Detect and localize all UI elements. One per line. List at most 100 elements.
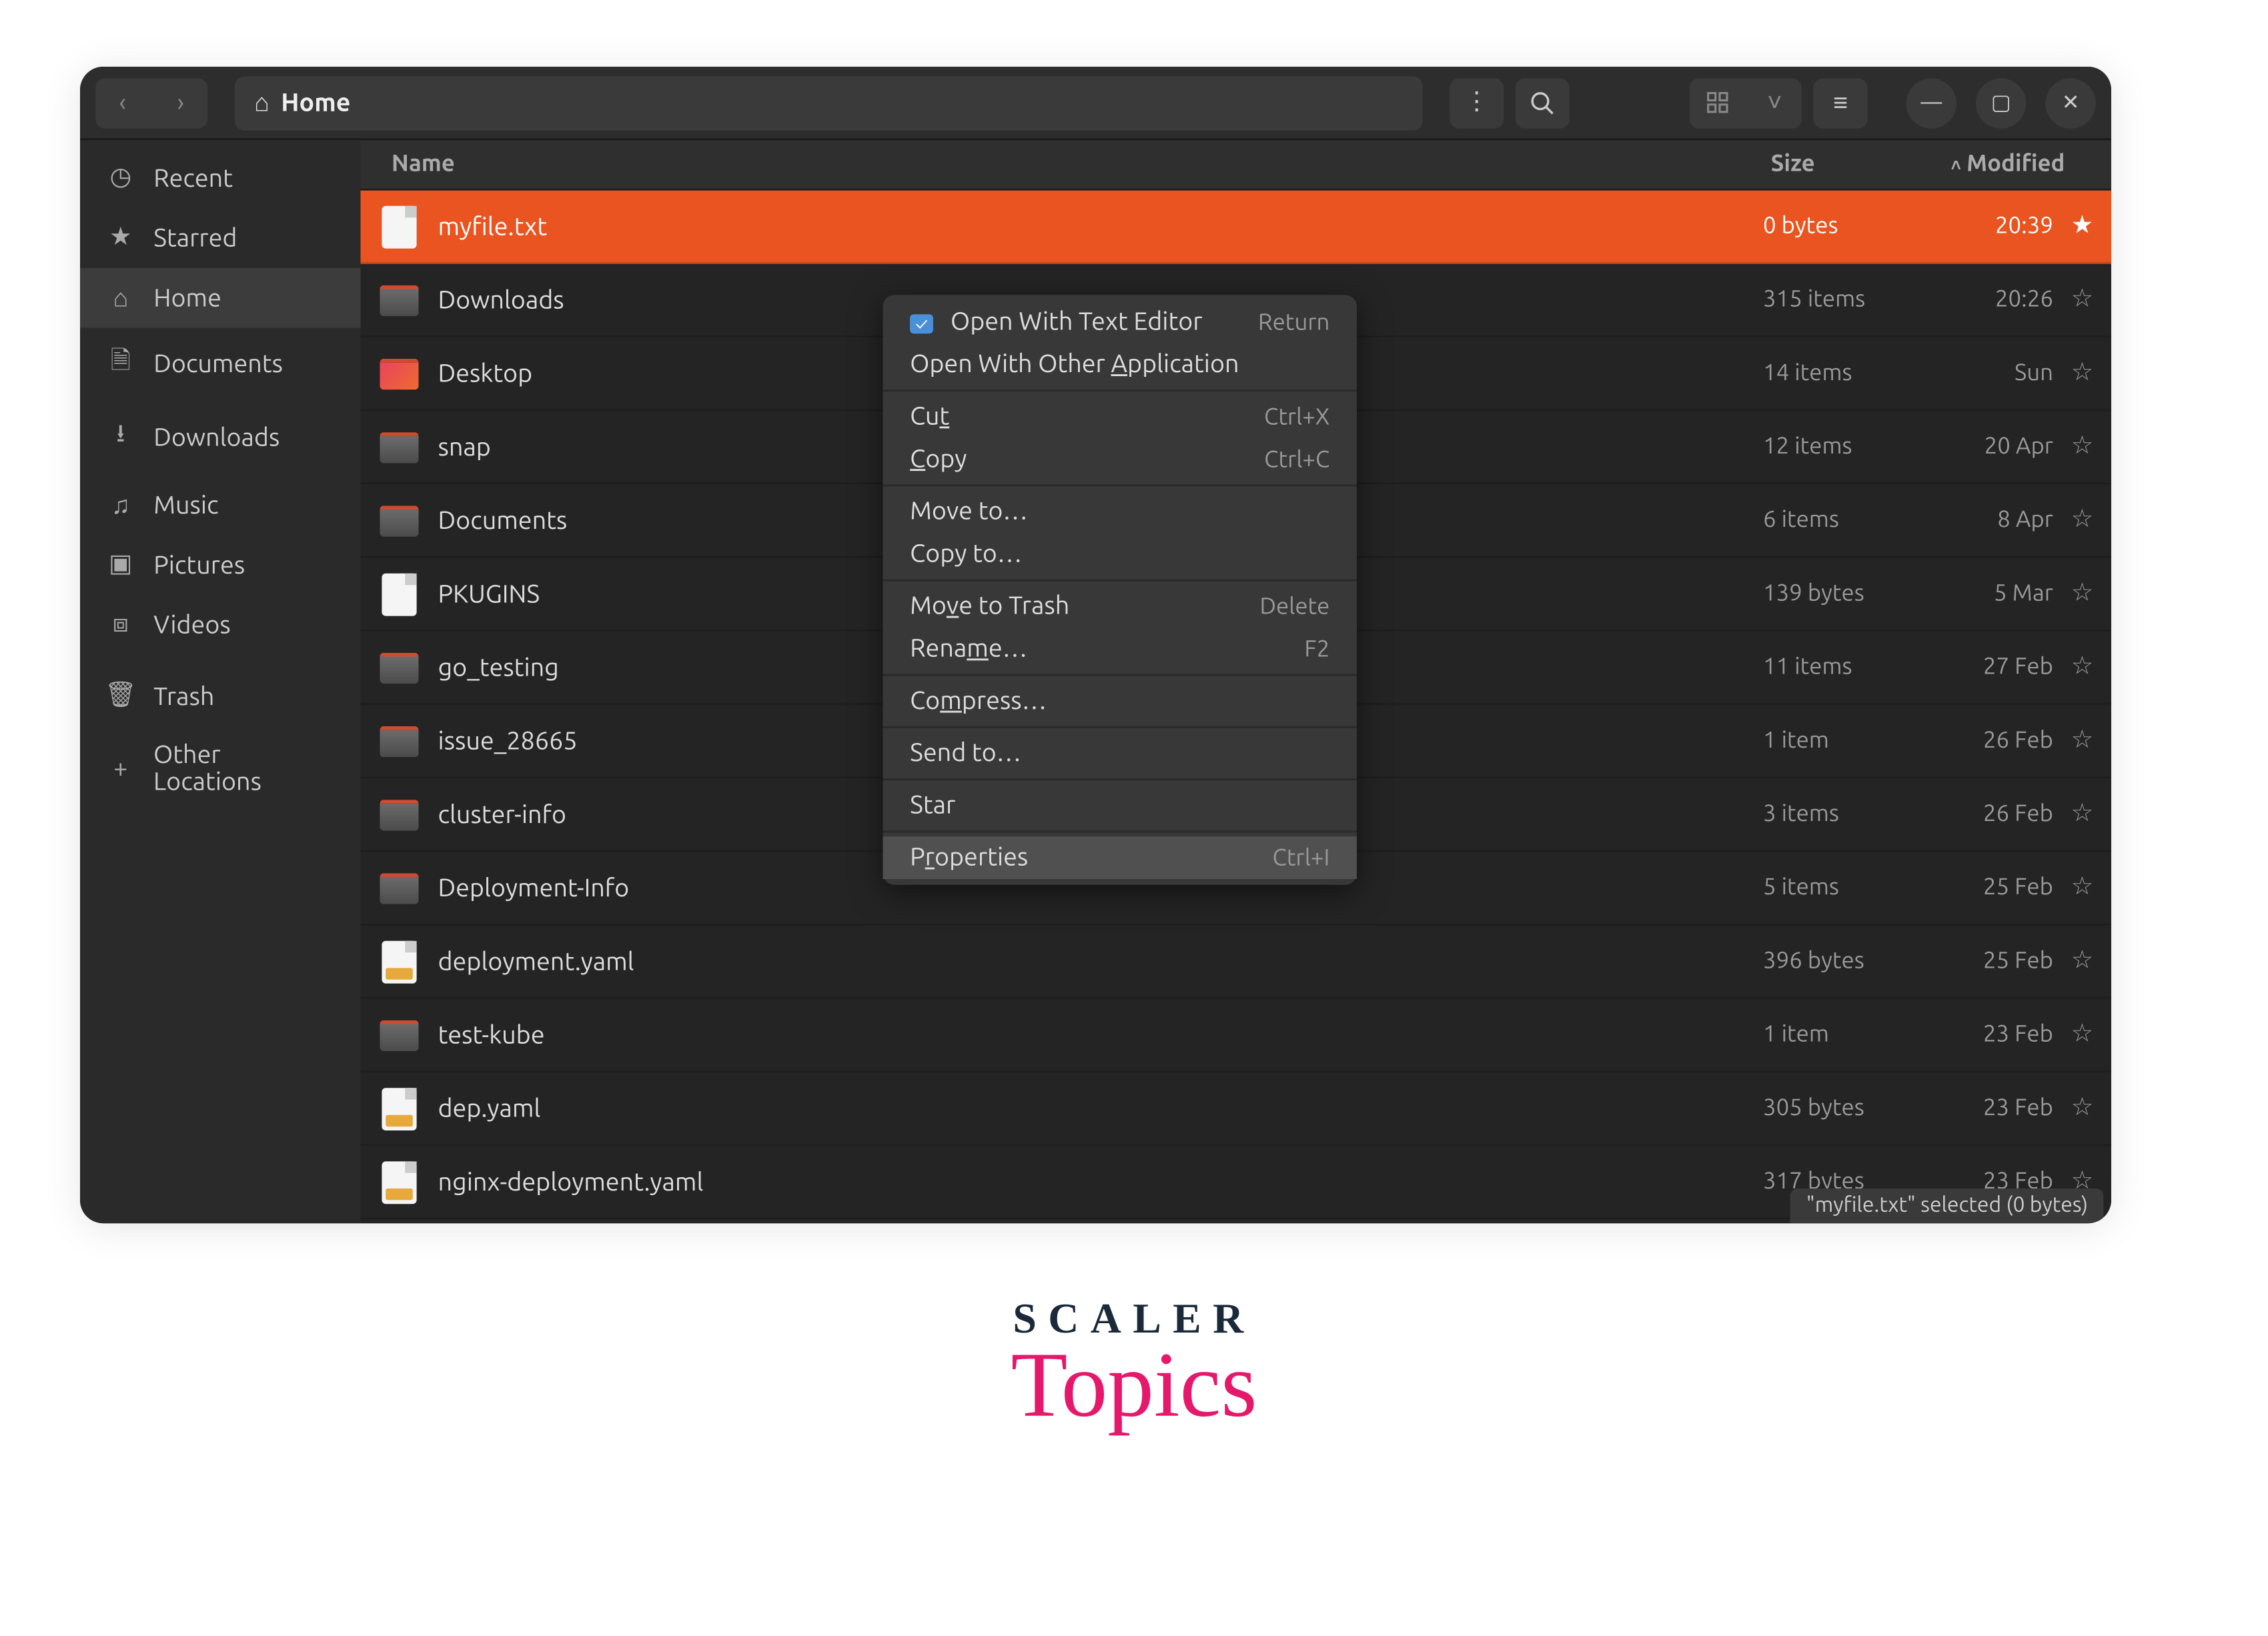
sidebar-item-label: Pictures	[153, 551, 245, 578]
ctx-item[interactable]: PropertiesCtrl+I	[883, 836, 1357, 879]
sidebar-item-pictures[interactable]: ▣ Pictures	[80, 535, 361, 595]
sidebar-item-label: Trash	[153, 683, 214, 710]
view-dropdown-button[interactable]: ˅	[1748, 77, 1802, 127]
star-toggle[interactable]: ☆	[2053, 432, 2111, 462]
ctx-item[interactable]: Open With Other Application	[883, 343, 1357, 386]
file-modified: 8 Apr	[1937, 508, 2053, 533]
music-icon: ♫	[107, 490, 135, 520]
file-size: 0 bytes	[1763, 213, 1937, 239]
ctx-label: Send to…	[910, 740, 1021, 767]
search-button[interactable]	[1516, 77, 1570, 127]
star-toggle[interactable]: ☆	[2053, 506, 2111, 535]
file-icon	[361, 725, 438, 756]
ctx-item[interactable]: CopyCtrl+C	[883, 438, 1357, 481]
col-name[interactable]: Name	[361, 140, 1764, 189]
sidebar-item-home[interactable]: ⌂Home	[80, 268, 361, 328]
file-row[interactable]: dep.yaml 305 bytes 23 Feb ☆	[361, 1072, 2112, 1146]
file-modified: 20:39	[1937, 213, 2053, 239]
file-row[interactable]: deployment.yaml 396 bytes 25 Feb ☆	[361, 926, 2112, 999]
sidebar: ◷ Recent ★ Starred ⌂Home🗎Documents⭳Downloads…	[80, 140, 361, 1223]
sidebar-item-label: Recent	[153, 164, 233, 191]
sidebar-item-recent[interactable]: ◷ Recent	[80, 148, 361, 208]
file-modified: 26 Feb	[1937, 802, 2053, 827]
sidebar-item-downloads[interactable]: ⭳Downloads	[80, 401, 361, 475]
ctx-item[interactable]: Move to TrashDelete	[883, 585, 1357, 628]
star-toggle[interactable]: ☆	[2053, 653, 2111, 682]
ctx-item[interactable]: Send to…	[883, 732, 1357, 775]
path-bar[interactable]: ⌂ Home	[235, 75, 1423, 129]
sidebar-item-music[interactable]: ♫ Music	[80, 475, 361, 535]
hamburger-button[interactable]: ≡	[1813, 77, 1867, 127]
file-row[interactable]: test-kube 1 item 23 Feb ☆	[361, 999, 2112, 1072]
file-row[interactable]: myfile.txt 0 bytes 20:39 ★	[361, 191, 2112, 264]
sidebar-item-label: Videos	[153, 611, 231, 638]
ctx-item[interactable]: Move to…	[883, 490, 1357, 533]
clock-icon: ◷	[107, 163, 135, 193]
file-modified: 27 Feb	[1937, 655, 2053, 680]
titlebar: ‹ › ⌂ Home ⋮ ˅ ≡ — ▢ ✕	[80, 67, 2111, 140]
sidebar-item-label: Downloads	[153, 425, 279, 452]
star-toggle[interactable]: ☆	[2053, 1094, 2111, 1123]
trash-icon: 🗑	[107, 682, 135, 710]
star-toggle[interactable]: ☆	[2053, 873, 2111, 902]
file-modified: Sun	[1937, 361, 2053, 386]
col-size[interactable]: Size	[1763, 140, 1937, 189]
file-icon	[361, 1087, 438, 1130]
ctx-item[interactable]: Compress…	[883, 680, 1357, 722]
file-name: myfile.txt	[438, 213, 1764, 240]
pic-icon: ▣	[107, 550, 135, 580]
ctx-item[interactable]: Star	[883, 784, 1357, 827]
back-button[interactable]: ‹	[95, 77, 149, 127]
star-icon: ★	[107, 223, 135, 253]
ctx-item[interactable]: CutCtrl+X	[883, 395, 1357, 438]
star-toggle[interactable]: ☆	[2053, 359, 2111, 388]
file-icon	[361, 940, 438, 982]
maximize-button[interactable]: ▢	[1976, 77, 2026, 127]
file-name: test-kube	[438, 1021, 1764, 1048]
star-toggle[interactable]: ☆	[2053, 800, 2111, 829]
ctx-item[interactable]: Copy to…	[883, 533, 1357, 576]
file-manager-window: ‹ › ⌂ Home ⋮ ˅ ≡ — ▢ ✕ ◷ Recent ★ Starred ⌂H…	[80, 67, 2111, 1223]
minimize-button[interactable]: —	[1906, 77, 1956, 127]
file-modified: 25 Feb	[1937, 875, 2053, 900]
home-icon: ⌂	[107, 283, 135, 313]
star-toggle[interactable]: ☆	[2053, 1020, 2111, 1050]
star-toggle[interactable]: ☆	[2053, 285, 2111, 315]
file-icon	[361, 872, 438, 903]
file-size: 1 item	[1763, 728, 1937, 754]
sidebar-item-starred[interactable]: ★ Starred	[80, 208, 361, 268]
file-icon	[361, 572, 438, 615]
vid-icon: ⧈	[107, 610, 135, 640]
file-size: 3 items	[1763, 802, 1937, 827]
sidebar-item-other-locations[interactable]: +Other Locations	[80, 726, 361, 812]
main-pane: Name Size ˄ Modified myfile.txt 0 bytes …	[361, 140, 2112, 1223]
col-modified[interactable]: ˄ Modified	[1937, 140, 2111, 189]
ctx-item[interactable]: ✓ Open With Text EditorReturn	[883, 301, 1357, 343]
star-toggle[interactable]: ☆	[2053, 947, 2111, 976]
file-icon	[361, 357, 438, 388]
window-controls: — ▢ ✕	[1906, 77, 2096, 127]
sidebar-item-documents[interactable]: 🗎Documents	[80, 328, 361, 401]
file-size: 305 bytes	[1763, 1096, 1937, 1121]
forward-button[interactable]: ›	[153, 77, 207, 127]
sidebar-item-trash[interactable]: 🗑 Trash	[80, 666, 361, 726]
file-size: 139 bytes	[1763, 581, 1937, 606]
close-button[interactable]: ✕	[2045, 77, 2095, 127]
ctx-label: Copy	[910, 446, 967, 473]
sidebar-item-videos[interactable]: ⧈ Videos	[80, 595, 361, 655]
star-toggle[interactable]: ★	[2053, 212, 2111, 241]
ctx-item[interactable]: Rename…F2	[883, 628, 1357, 670]
ctx-accel: Delete	[1259, 594, 1329, 619]
home-icon: ⌂	[254, 88, 269, 117]
icon-view-button[interactable]	[1690, 77, 1744, 127]
sidebar-item-label: Starred	[153, 224, 237, 251]
window-body: ◷ Recent ★ Starred ⌂Home🗎Documents⭳Downloads…	[80, 140, 2111, 1223]
star-toggle[interactable]: ☆	[2053, 726, 2111, 756]
ctx-label: Open With Other Application	[910, 351, 1239, 378]
file-icon	[361, 652, 438, 682]
ctx-label: Copy to…	[910, 541, 1022, 568]
sidebar-item-label: Music	[153, 492, 218, 519]
file-modified: 20:26	[1937, 287, 2053, 313]
more-button[interactable]: ⋮	[1450, 77, 1504, 127]
star-toggle[interactable]: ☆	[2053, 580, 2111, 609]
